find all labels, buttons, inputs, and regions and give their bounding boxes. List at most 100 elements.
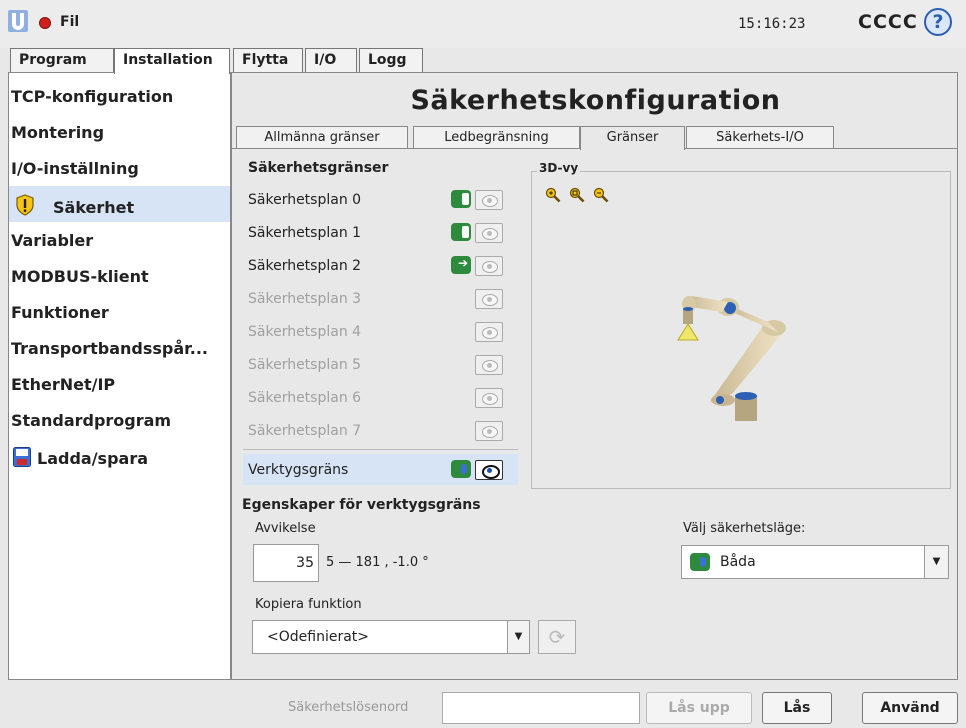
limit-row-plane-4[interactable]: Säkerhetsplan 4: [243, 316, 518, 347]
deviation-range: 5 — 181 , -1.0 °: [326, 555, 429, 570]
sidebar-item-transportband[interactable]: Transportbandsspår...: [9, 331, 230, 367]
clock: 15:16:23: [738, 16, 806, 32]
subtab-granser[interactable]: Gränser: [580, 126, 685, 150]
eye-icon[interactable]: [475, 289, 503, 309]
limit-label: Säkerhetsplan 0: [248, 192, 362, 208]
copy-feature-value: <Odefinierat>: [267, 629, 369, 645]
sidebar-item-label: TCP-konfiguration: [11, 87, 174, 106]
refresh-icon[interactable]: ⟳: [538, 620, 576, 654]
limit-label: Säkerhetsplan 6: [248, 390, 362, 406]
sidebar-item-standardprogram[interactable]: Standardprogram: [9, 403, 230, 439]
sidebar-item-label: I/O-inställning: [11, 159, 139, 178]
chevron-down-icon[interactable]: ▼: [507, 621, 529, 653]
limit-label: Säkerhetsplan 4: [248, 324, 362, 340]
sidebar-item-montering[interactable]: Montering: [9, 115, 230, 151]
mode-toggle-icon[interactable]: [451, 460, 471, 478]
limit-label: Verktygsgräns: [248, 462, 349, 478]
sidebar-item-variabler[interactable]: Variabler: [9, 223, 230, 259]
sidebar-item-io[interactable]: I/O-inställning: [9, 151, 230, 187]
file-menu[interactable]: Fil: [60, 14, 79, 30]
sidebar-item-sakerhet[interactable]: Säkerhet: [9, 186, 230, 222]
tab-flytta[interactable]: Flytta: [233, 48, 303, 72]
eye-icon[interactable]: [475, 190, 503, 210]
robot-arm-illustration: [677, 296, 786, 421]
save-disk-icon: [13, 447, 31, 467]
page-title: Säkerhetskonfiguration: [410, 85, 781, 116]
sidebar-item-label: Funktioner: [11, 303, 109, 322]
eye-icon[interactable]: [475, 223, 503, 243]
safety-mode-select[interactable]: Båda ▼: [681, 545, 949, 579]
limit-row-plane-2[interactable]: Säkerhetsplan 2: [243, 250, 518, 281]
sidebar-item-label: MODBUS-klient: [11, 267, 149, 286]
limit-label: Säkerhetsplan 5: [248, 357, 362, 373]
eye-icon[interactable]: [475, 421, 503, 441]
limit-row-plane-3[interactable]: Säkerhetsplan 3: [243, 283, 518, 314]
eye-icon[interactable]: [475, 388, 503, 408]
zoom-in-icon[interactable]: [545, 187, 561, 203]
password-input[interactable]: [442, 692, 640, 724]
limit-row-plane-0[interactable]: Säkerhetsplan 0: [243, 184, 518, 215]
sidebar-item-label: Säkerhet: [53, 198, 135, 217]
sidebar-item-ladda-spara[interactable]: Ladda/spara: [9, 439, 230, 475]
zoom-fit-icon[interactable]: [569, 187, 585, 203]
sidebar-item-label: Montering: [11, 123, 105, 142]
mode-toggle-icon[interactable]: [451, 190, 471, 208]
limit-row-plane-1[interactable]: Säkerhetsplan 1: [243, 217, 518, 248]
tab-program[interactable]: Program: [10, 48, 114, 72]
warning-shield-icon: [16, 194, 34, 216]
sidebar-item-label: Variabler: [11, 231, 94, 250]
sidebar-item-modbus[interactable]: MODBUS-klient: [9, 259, 230, 295]
tab-logg[interactable]: Logg: [359, 48, 423, 72]
tab-io[interactable]: I/O: [305, 48, 357, 72]
sidebar-item-label: EtherNet/IP: [11, 375, 116, 394]
safety-mode-value: Båda: [720, 554, 756, 570]
trigger-toggle-icon[interactable]: [451, 256, 471, 274]
copy-feature-label: Kopiera funktion: [255, 597, 362, 612]
chevron-down-icon[interactable]: ▼: [924, 546, 948, 578]
limit-row-tool[interactable]: Verktygsgräns: [243, 454, 518, 485]
record-status-icon: [39, 17, 51, 29]
limit-label: Säkerhetsplan 3: [248, 291, 362, 307]
limit-row-plane-5[interactable]: Säkerhetsplan 5: [243, 349, 518, 380]
limit-row-plane-6[interactable]: Säkerhetsplan 6: [243, 382, 518, 413]
properties-heading: Egenskaper för verktygsgräns: [242, 497, 481, 513]
sidebar-item-tcp[interactable]: TCP-konfiguration: [9, 79, 230, 115]
password-label: Säkerhetslösenord: [288, 700, 409, 715]
limit-label: Säkerhetsplan 2: [248, 258, 362, 274]
tab-installation[interactable]: Installation: [114, 48, 230, 74]
robot-name: CCCC: [858, 11, 918, 33]
eye-icon[interactable]: [475, 355, 503, 375]
sidebar-item-label: Transportbandsspår...: [11, 339, 208, 358]
deviation-label: Avvikelse: [255, 521, 316, 536]
lock-button[interactable]: Lås: [762, 692, 832, 724]
limits-heading: Säkerhetsgränser: [248, 160, 389, 176]
safety-mode-label: Välj säkerhetsläge:: [683, 521, 806, 536]
3d-view[interactable]: [531, 171, 951, 489]
apply-button[interactable]: Använd: [862, 692, 958, 724]
unlock-button[interactable]: Lås upp: [646, 692, 752, 724]
mode-toggle-icon: [690, 553, 710, 571]
universal-robots-logo: [8, 10, 28, 32]
deviation-input[interactable]: 35: [253, 544, 319, 582]
sidebar-item-ethernet-ip[interactable]: EtherNet/IP: [9, 367, 230, 403]
limit-label: Säkerhetsplan 1: [248, 225, 362, 241]
subtab-allmanna-granser[interactable]: Allmänna gränser: [236, 126, 408, 148]
sidebar-item-funktioner[interactable]: Funktioner: [9, 295, 230, 331]
zoom-out-icon[interactable]: [593, 187, 609, 203]
eye-icon[interactable]: [475, 460, 503, 480]
subtab-sakerhets-io[interactable]: Säkerhets-I/O: [686, 126, 834, 148]
copy-feature-select[interactable]: <Odefinierat> ▼: [252, 620, 530, 654]
top-bar: Fil 15:16:23 CCCC ?: [0, 0, 966, 48]
eye-icon[interactable]: [475, 256, 503, 276]
limit-label: Säkerhetsplan 7: [248, 423, 362, 439]
subtab-ledbegransning[interactable]: Ledbegränsning: [413, 126, 580, 148]
help-icon[interactable]: ?: [924, 8, 952, 36]
sidebar: TCP-konfiguration Montering I/O-inställn…: [8, 72, 231, 680]
eye-icon[interactable]: [475, 322, 503, 342]
limit-row-plane-7[interactable]: Säkerhetsplan 7: [243, 415, 518, 446]
divider: [243, 449, 518, 450]
sidebar-item-label: Standardprogram: [11, 411, 172, 430]
sidebar-item-label: Ladda/spara: [37, 449, 148, 468]
3d-view-label: 3D-vy: [537, 161, 581, 175]
mode-toggle-icon[interactable]: [451, 223, 471, 241]
